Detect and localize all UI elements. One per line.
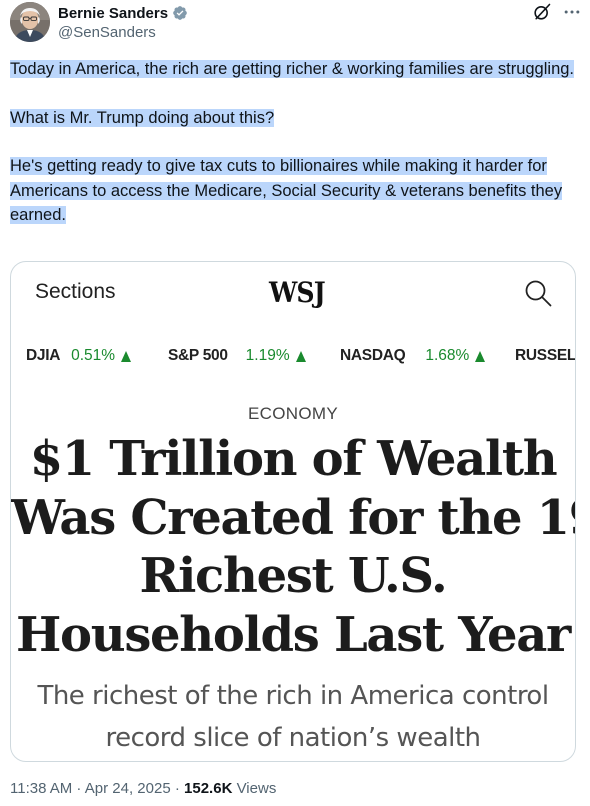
tweet-paragraph-3: He's getting ready to give tax cuts to b…	[10, 154, 580, 228]
more-options-icon[interactable]	[562, 2, 582, 22]
views-count[interactable]: 152.6K	[184, 780, 232, 797]
headline-line: $1 Trillion of Wealth	[29, 431, 558, 487]
headline-line: Households Last Year	[15, 606, 571, 663]
ticker-change: 1.19%	[245, 347, 290, 364]
portrait-avatar	[10, 2, 50, 42]
ticker-russell: RUSSELL	[501, 325, 575, 387]
article-dek: The richest of the rich in America contr…	[11, 675, 575, 759]
wsj-logo: WSJ	[269, 276, 326, 309]
up-arrow-icon	[295, 350, 306, 362]
author-name-row: Bernie Sanders	[58, 3, 188, 23]
meta-separator: ·	[170, 780, 185, 797]
ticker-change: 1.68%	[425, 347, 470, 364]
article-headline: $1 Trillion of Wealth Was Created for th…	[11, 430, 575, 664]
author-avatar[interactable]	[10, 2, 50, 42]
tweet-paragraph-2: What is Mr. Trump doing about this?	[10, 106, 580, 131]
author-display-name[interactable]: Bernie Sanders	[58, 5, 168, 22]
selected-text: He's getting ready to give tax cuts to b…	[10, 157, 563, 224]
views-label: Views	[232, 780, 277, 797]
ticker-symbol: DJIA	[26, 347, 61, 364]
sections-menu: Sections	[35, 280, 116, 303]
up-arrow-icon	[121, 350, 132, 362]
tweet-date[interactable]: Apr 24, 2025	[85, 780, 171, 797]
up-arrow-icon	[475, 350, 486, 362]
verified-badge-icon[interactable]	[172, 5, 188, 21]
headline-line: Richest U.S.	[139, 548, 448, 604]
market-ticker-bar: DJIA 0.51% S&P 500 1.19% NASDAQ 1.68% RU…	[11, 325, 575, 387]
selected-text: What is Mr. Trump doing about this?	[10, 108, 275, 127]
ticker-nasdaq: NASDAQ 1.68%	[327, 325, 511, 387]
tweet-meta: 11:38 AM · Apr 24, 2025 · 152.6K Views	[10, 780, 276, 797]
article-section: ECONOMY	[248, 404, 338, 423]
selected-text: Today in America, the rich are getting r…	[10, 60, 575, 78]
dek-line: record slice of nation’s wealth	[105, 723, 481, 753]
ticker-symbol: S&P 500	[168, 347, 228, 364]
author-handle[interactable]: @SenSanders	[58, 24, 156, 41]
search-icon	[525, 280, 552, 307]
dek-line: The richest of the rich in America contr…	[37, 681, 549, 711]
tweet-time[interactable]: 11:38 AM	[10, 780, 72, 797]
ticker-symbol: NASDAQ	[340, 347, 406, 364]
ticker-symbol: RUSSELL	[515, 347, 575, 364]
tweet-media-image[interactable]: Sections WSJ DJIA 0.51% S&P 500 1.19% NA…	[10, 261, 576, 762]
meta-separator: ·	[72, 780, 85, 797]
ticker-sp500: S&P 500 1.19%	[153, 325, 339, 387]
grok-icon[interactable]	[532, 2, 552, 22]
ticker-djia: DJIA 0.51%	[11, 325, 165, 387]
wsj-header: Sections WSJ	[11, 262, 575, 324]
tweet-text: Today in America, the rich are getting r…	[10, 57, 580, 228]
tweet-paragraph-1: Today in America, the rich are getting r…	[10, 57, 580, 82]
ticker-change: 0.51%	[71, 347, 116, 364]
headline-line: Was Created for the 19	[11, 489, 576, 546]
tweet-header: Bernie Sanders @SenSanders	[10, 0, 580, 46]
